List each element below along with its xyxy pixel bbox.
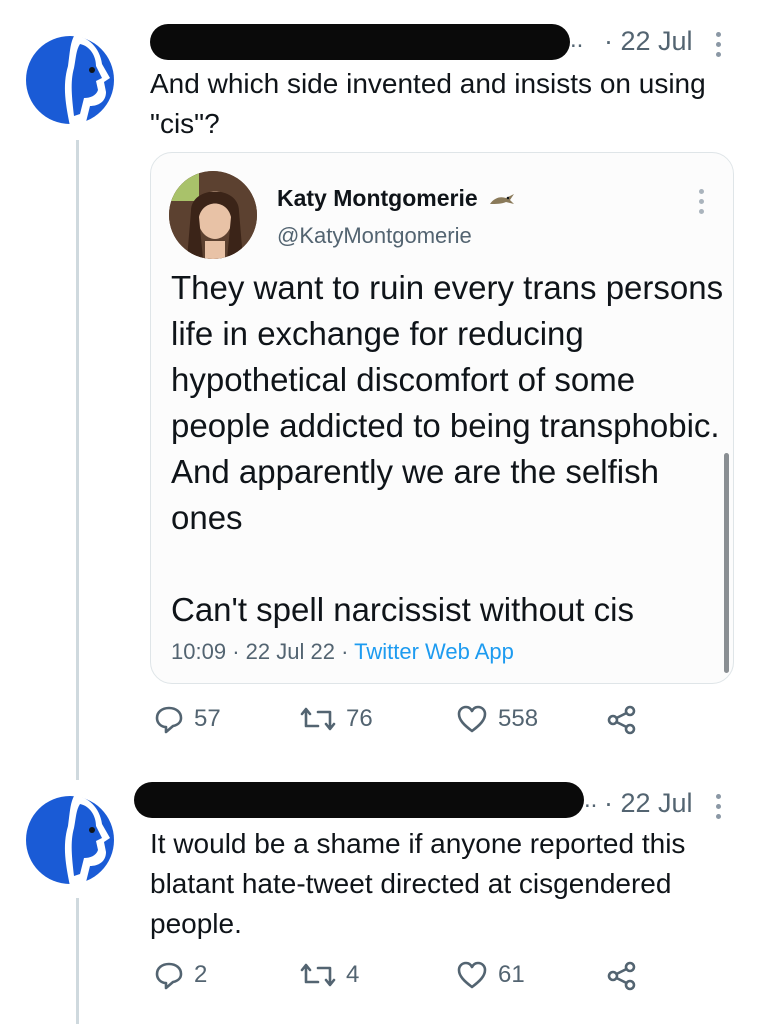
tweet-actions: 57 76 558 — [150, 704, 710, 744]
retweet-button[interactable]: 4 — [300, 960, 359, 990]
like-icon — [457, 961, 487, 989]
reply-button[interactable]: 57 — [154, 704, 221, 734]
quoted-tweet[interactable]: Katy Montgomerie @KatyMontgomerie They w… — [150, 152, 734, 684]
like-icon — [457, 705, 487, 733]
like-button[interactable]: 61 — [456, 960, 525, 990]
more-dots-icon[interactable] — [716, 32, 722, 62]
quoted-footer: 10:09 · 22 Jul 22 · Twitter Web App — [171, 639, 514, 664]
redacted-tail: .. — [570, 26, 584, 53]
quoted-avatar[interactable] — [169, 171, 257, 259]
quoted-paragraph-2: Can't spell narcissist without cis — [171, 591, 634, 628]
retweet-button[interactable]: 76 — [300, 704, 373, 734]
reply-icon — [155, 706, 183, 734]
quoted-paragraph-1: They want to ruin every trans persons li… — [171, 269, 724, 536]
thread-line-bottom — [76, 898, 79, 1024]
quoted-handle[interactable]: @KatyMontgomerie — [277, 223, 472, 249]
tweet-text: And which side invented and insists on u… — [150, 68, 706, 139]
quoted-time[interactable]: 10:09 — [171, 639, 226, 664]
redacted-author — [150, 24, 570, 60]
verified-lizard-icon — [490, 194, 515, 204]
tweet-actions: 2 4 61 — [150, 960, 710, 1000]
retweet-count: 4 — [346, 961, 360, 988]
quoted-app[interactable]: Twitter Web App — [354, 639, 514, 664]
share-icon — [607, 961, 636, 991]
avatar[interactable] — [24, 26, 120, 138]
more-dots-icon[interactable] — [716, 794, 722, 824]
tweet-date[interactable]: · 22 Jul — [604, 788, 693, 819]
reply-icon — [155, 962, 183, 990]
scrollbar[interactable] — [724, 453, 729, 673]
share-icon — [607, 705, 636, 735]
like-button[interactable]: 558 — [456, 704, 538, 734]
redacted-author — [134, 782, 584, 818]
avatar[interactable] — [24, 786, 120, 898]
reply-count: 2 — [194, 961, 208, 988]
quoted-text: They want to ruin every trans persons li… — [171, 265, 727, 633]
quoted-name: Katy Montgomerie — [277, 185, 478, 211]
share-button[interactable] — [606, 960, 638, 992]
tweet-date[interactable]: · 22 Jul — [604, 26, 693, 57]
more-dots-icon[interactable] — [699, 189, 705, 219]
reply-button[interactable]: 2 — [154, 960, 207, 990]
tweet-text: It would be a shame if anyone reported t… — [150, 828, 686, 939]
reply-count: 57 — [194, 705, 221, 732]
profile-logo-icon — [26, 796, 114, 886]
share-button[interactable] — [606, 704, 638, 736]
retweet-count: 76 — [346, 705, 373, 732]
redacted-tail: .. — [584, 786, 598, 813]
like-count: 558 — [498, 705, 539, 732]
retweet-icon — [300, 707, 336, 731]
profile-logo-icon — [26, 36, 114, 126]
retweet-icon — [300, 963, 336, 987]
thread-line-top — [76, 140, 79, 780]
quoted-date[interactable]: 22 Jul 22 — [246, 639, 335, 664]
like-count: 61 — [498, 961, 525, 988]
